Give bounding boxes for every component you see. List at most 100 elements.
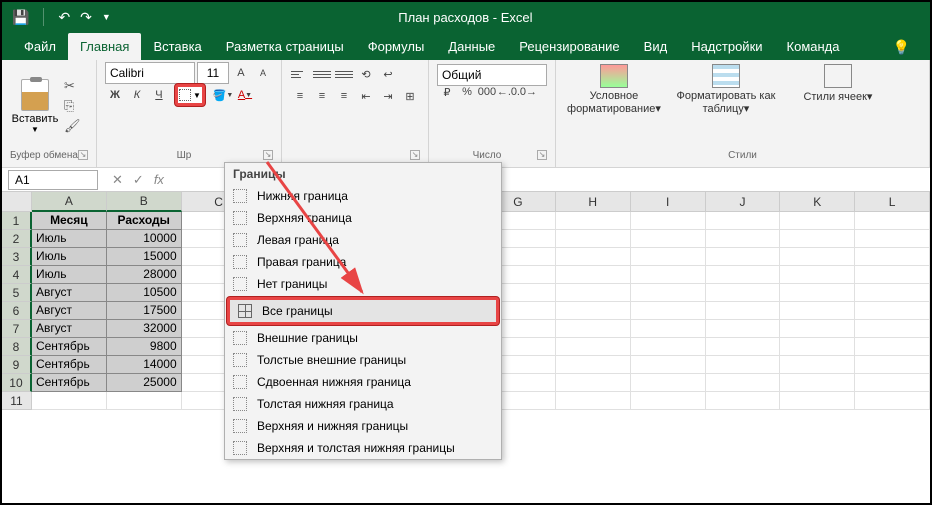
cell[interactable] xyxy=(706,356,781,374)
tab-view[interactable]: Вид xyxy=(632,33,680,60)
row-header[interactable]: 2 xyxy=(2,230,32,248)
fx-icon[interactable]: fx xyxy=(154,172,164,188)
row-header[interactable]: 1 xyxy=(2,212,32,230)
cell[interactable] xyxy=(855,302,930,320)
copy-icon[interactable]: ⎘ xyxy=(64,98,81,114)
cell[interactable] xyxy=(780,320,855,338)
cell[interactable] xyxy=(631,284,706,302)
row-header[interactable]: 8 xyxy=(2,338,32,356)
fill-color-button[interactable]: 🪣▼ xyxy=(213,85,233,105)
col-header-A[interactable]: A xyxy=(32,192,107,212)
cell[interactable] xyxy=(706,338,781,356)
cell[interactable]: Сентябрь xyxy=(32,338,107,356)
cell[interactable] xyxy=(780,374,855,392)
cell[interactable] xyxy=(855,284,930,302)
borders-menu-item[interactable]: Верхняя и нижняя границы xyxy=(225,415,501,437)
borders-menu-item[interactable]: Внешние границы xyxy=(225,327,501,349)
borders-menu-item[interactable]: Правая граница xyxy=(225,251,501,273)
font-size-input[interactable] xyxy=(197,62,229,84)
col-header-H[interactable]: H xyxy=(556,192,631,212)
row-header[interactable]: 7 xyxy=(2,320,32,338)
increase-indent-icon[interactable]: ⇥ xyxy=(378,86,398,106)
cell[interactable]: Расходы xyxy=(107,212,182,230)
borders-menu-item[interactable]: Толстые внешние границы xyxy=(225,349,501,371)
tab-home[interactable]: Главная xyxy=(68,33,141,60)
cell[interactable] xyxy=(556,320,631,338)
tab-page-layout[interactable]: Разметка страницы xyxy=(214,33,356,60)
row-header[interactable]: 9 xyxy=(2,356,32,374)
cell-styles-button[interactable]: Стили ячеек▾ xyxy=(788,64,888,115)
cancel-icon[interactable]: ✕ xyxy=(112,172,123,188)
cell[interactable]: 17500 xyxy=(107,302,182,320)
cell[interactable]: 28000 xyxy=(107,266,182,284)
name-box[interactable] xyxy=(8,170,98,190)
cell[interactable] xyxy=(706,302,781,320)
tab-review[interactable]: Рецензирование xyxy=(507,33,631,60)
save-icon[interactable]: 💾 xyxy=(12,9,29,26)
align-right-icon[interactable]: ≡ xyxy=(334,86,354,106)
cell[interactable] xyxy=(855,392,930,410)
cell[interactable] xyxy=(631,356,706,374)
format-as-table-button[interactable]: Форматировать как таблицу▾ xyxy=(676,64,776,115)
align-top-icon[interactable] xyxy=(290,64,310,84)
cell[interactable] xyxy=(780,302,855,320)
borders-button[interactable]: ▼ xyxy=(175,84,205,106)
cell[interactable] xyxy=(706,374,781,392)
cell[interactable] xyxy=(556,338,631,356)
borders-menu-item[interactable]: Толстая нижняя граница xyxy=(225,393,501,415)
cell[interactable]: 9800 xyxy=(107,338,182,356)
cell[interactable]: Август xyxy=(32,302,107,320)
cell[interactable]: Июль xyxy=(32,266,107,284)
comma-icon[interactable]: 000 xyxy=(477,82,497,102)
conditional-formatting-button[interactable]: Условное форматирование▾ xyxy=(564,64,664,115)
cell[interactable] xyxy=(556,302,631,320)
borders-menu-item[interactable]: Левая граница xyxy=(225,229,501,251)
cell[interactable] xyxy=(780,392,855,410)
cell[interactable] xyxy=(855,374,930,392)
borders-menu-item[interactable]: Сдвоенная нижняя граница xyxy=(225,371,501,393)
cut-icon[interactable]: ✂ xyxy=(64,78,81,94)
cell[interactable] xyxy=(556,212,631,230)
decrease-indent-icon[interactable]: ⇤ xyxy=(356,86,376,106)
tab-team[interactable]: Команда xyxy=(775,33,852,60)
increase-decimal-icon[interactable]: ←.0 xyxy=(497,82,517,102)
cell[interactable] xyxy=(780,338,855,356)
format-painter-icon[interactable]: 🖌 xyxy=(64,118,81,134)
cell[interactable] xyxy=(780,356,855,374)
cell[interactable] xyxy=(855,212,930,230)
cell[interactable] xyxy=(780,266,855,284)
align-left-icon[interactable]: ≡ xyxy=(290,86,310,106)
cell[interactable] xyxy=(631,302,706,320)
cell[interactable] xyxy=(855,230,930,248)
cell[interactable] xyxy=(556,230,631,248)
undo-icon[interactable]: ↶ xyxy=(58,9,70,26)
number-launcher[interactable]: ↘ xyxy=(537,150,547,160)
increase-font-icon[interactable]: A xyxy=(231,63,251,83)
row-header[interactable]: 10 xyxy=(2,374,32,392)
cell[interactable] xyxy=(631,338,706,356)
cell[interactable] xyxy=(706,392,781,410)
decrease-font-icon[interactable]: A xyxy=(253,63,273,83)
cell[interactable] xyxy=(706,212,781,230)
cell[interactable]: 10500 xyxy=(107,284,182,302)
col-header-K[interactable]: K xyxy=(780,192,855,212)
redo-icon[interactable]: ↷ xyxy=(80,9,92,26)
cell[interactable] xyxy=(706,230,781,248)
cell[interactable] xyxy=(631,392,706,410)
help-icon[interactable]: 💡 xyxy=(883,35,920,60)
cell[interactable] xyxy=(556,248,631,266)
wrap-text-icon[interactable]: ↩ xyxy=(378,64,398,84)
paste-button[interactable]: Вставить ▼ xyxy=(10,79,60,134)
cell[interactable] xyxy=(855,248,930,266)
row-header[interactable]: 3 xyxy=(2,248,32,266)
borders-menu-item[interactable]: Верхняя и толстая нижняя границы xyxy=(225,437,501,459)
cell[interactable]: 32000 xyxy=(107,320,182,338)
font-launcher[interactable]: ↘ xyxy=(263,150,273,160)
tab-data[interactable]: Данные xyxy=(436,33,507,60)
cell[interactable] xyxy=(631,320,706,338)
tab-insert[interactable]: Вставка xyxy=(141,33,213,60)
cell[interactable] xyxy=(556,284,631,302)
align-center-icon[interactable]: ≡ xyxy=(312,86,332,106)
cell[interactable] xyxy=(631,248,706,266)
col-header-L[interactable]: L xyxy=(855,192,930,212)
